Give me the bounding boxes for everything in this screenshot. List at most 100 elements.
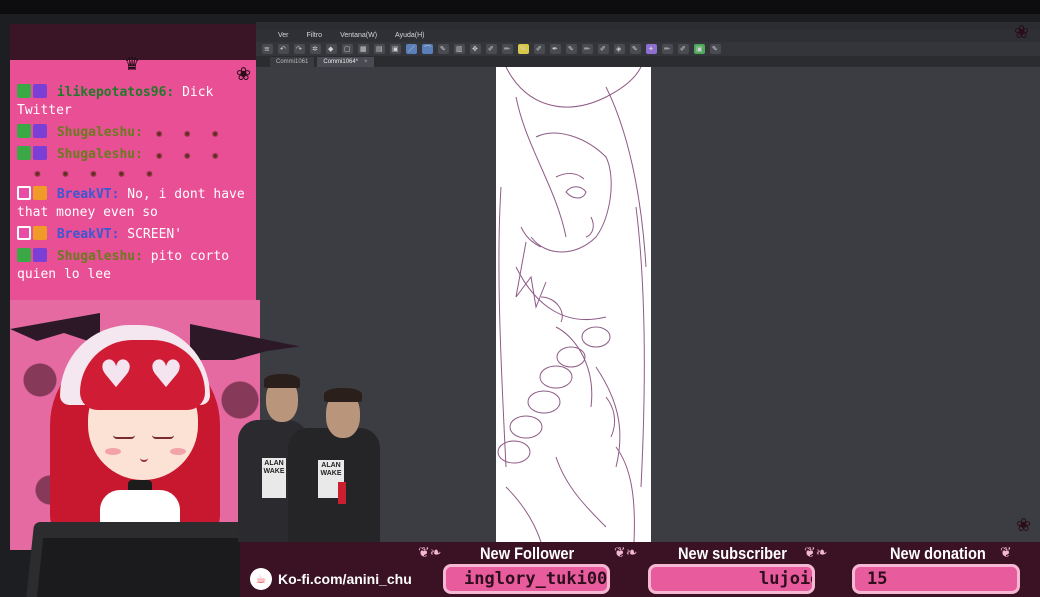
kofi-link[interactable]: ☕ Ko-fi.com/anini_chu (250, 568, 412, 590)
undo-icon[interactable]: ↶ (278, 44, 289, 54)
username-colon: : (135, 125, 143, 140)
gift-badge-icon (33, 146, 47, 160)
redo-icon[interactable]: ↷ (294, 44, 305, 54)
layer-icon[interactable]: ▣ (694, 44, 705, 54)
chat-message: ilikepotatos96: Dick Twitter (17, 84, 253, 120)
sword-badge-icon (17, 84, 31, 98)
chat-username[interactable]: BreakVT (57, 187, 112, 202)
chat-username[interactable]: BreakVT (57, 227, 112, 242)
sword-badge-icon (17, 248, 31, 262)
ruler-icon[interactable]: ▤ (374, 44, 385, 54)
new-subscriber-value: lujoie (759, 569, 815, 589)
heart-glasses: ♥ ♥ (98, 352, 198, 396)
menu-bar: Ver Filtro Ventana(W) Ayuda(H) (256, 29, 1040, 42)
pen-6-icon[interactable]: ✎ (710, 44, 721, 54)
avatar-blush (105, 448, 121, 455)
highlighter-icon[interactable]: ✎ (518, 44, 529, 54)
pencil-icon[interactable]: ✏ (502, 44, 513, 54)
chat-message-list: ilikepotatos96: Dick Twitter Shugaleshu:… (17, 84, 253, 288)
tab-label: Commi1061 (276, 59, 309, 65)
new-donation-box: 15 (852, 564, 1020, 594)
ink-pen-icon[interactable]: ✒ (550, 44, 561, 54)
chat-message: Shugaleshu: ✺ ✺ ✺ ✺ ✺ ✺ ✺ ✺ (17, 146, 253, 182)
chat-username[interactable]: Shugaleshu (57, 125, 135, 140)
pen-3-icon[interactable]: ✐ (598, 44, 609, 54)
menu-filtro[interactable]: Filtro (307, 32, 323, 39)
emote-icon: ✺ (183, 127, 191, 140)
trash-icon[interactable]: ▥ (454, 44, 465, 54)
person-right-hair (324, 388, 362, 402)
avatar-blush (170, 448, 186, 455)
line-tool-icon[interactable]: ／ (406, 44, 417, 54)
swirl-icon: ❦❧ (418, 545, 442, 561)
airbrush-icon[interactable]: ✎ (566, 44, 577, 54)
grid-icon[interactable]: ▦ (358, 44, 369, 54)
chat-text: SCREEN' (127, 227, 183, 242)
transform-icon[interactable]: ▢ (342, 44, 353, 54)
drawing-canvas[interactable] (496, 67, 651, 542)
new-donation-label: New donation (890, 544, 986, 563)
emote-row: ✺ ✺ ✺ ✺ ✺ (29, 164, 253, 182)
tool-bar: ≡ ↶ ↷ ✲ ◆ ▢ ▦ ▤ ▣ ／ ⌒ ✎ ▥ ✥ ✐ ✏ ✎ ✐ ✒ ✎ … (256, 42, 1040, 56)
emote-icon: ✺ (146, 167, 153, 180)
tab-commi1064[interactable]: Commi1064* × (317, 57, 374, 67)
pen-2-icon[interactable]: ✏ (582, 44, 593, 54)
stamp-icon[interactable]: ✥ (470, 44, 481, 54)
menu-ver[interactable]: Ver (278, 32, 289, 39)
emote-icon: ✺ (211, 149, 219, 162)
emote-icon: ✺ (118, 167, 125, 180)
marker-icon[interactable]: ✐ (534, 44, 545, 54)
new-follower-box: inglory_tuki00 (443, 564, 610, 594)
emote-icon: ✺ (155, 149, 163, 162)
emote-icon: ✺ (90, 167, 97, 180)
chat-username[interactable]: ilikepotatos96 (57, 85, 167, 100)
bits-badge-icon (33, 226, 47, 240)
fill-icon[interactable]: ◆ (326, 44, 337, 54)
brush-icon[interactable]: ✐ (486, 44, 497, 54)
bits-badge-icon (33, 186, 47, 200)
avatar-eye-right (152, 435, 174, 439)
menu-ventana[interactable]: Ventana(W) (340, 32, 377, 39)
crop-icon[interactable]: ▣ (390, 44, 401, 54)
color-icon[interactable]: ✦ (646, 44, 657, 54)
book-cover: ALAN WAKE (262, 458, 286, 498)
chat-message: Shugaleshu: pito corto quien lo lee (17, 248, 253, 284)
chat-message: BreakVT: SCREEN' (17, 226, 253, 244)
chat-username[interactable]: Shugaleshu (57, 147, 135, 162)
pen-5-icon[interactable]: ✐ (678, 44, 689, 54)
gift-badge-icon (33, 84, 47, 98)
new-follower-value: inglory_tuki00 (464, 569, 608, 589)
blend-icon[interactable]: ✎ (630, 44, 641, 54)
emote-icon: ✺ (62, 167, 69, 180)
tablet-screen (36, 538, 249, 597)
person-left-hair (264, 374, 300, 388)
eraser-icon[interactable]: ◈ (614, 44, 625, 54)
new-donation-value: 15 (867, 569, 888, 589)
swirl-icon: ❦❧ (614, 545, 638, 561)
crown-icon: ♛ (124, 54, 141, 75)
chat-message: Shugaleshu: ✺ ✺ ✺ (17, 124, 253, 142)
new-subscriber-label: New subscriber (678, 544, 787, 563)
document-tab-bar: Commi1061 Commi1064* × (256, 56, 1040, 67)
curve-tool-icon[interactable]: ⌒ (422, 44, 433, 54)
kofi-cup-icon: ☕ (250, 568, 272, 590)
chat-panel: ♛ ilikepotatos96: Dick Twitter Shugalesh… (10, 24, 256, 344)
menu-icon[interactable]: ≡ (262, 44, 273, 54)
close-icon[interactable]: × (364, 59, 368, 65)
menu-ayuda[interactable]: Ayuda(H) (395, 32, 424, 39)
sketch-lineart (497, 67, 647, 542)
heart-badge-icon (17, 226, 31, 240)
emote-icon: ✺ (155, 127, 163, 140)
username-colon: : (166, 85, 175, 100)
heart-icon: ♥ (98, 352, 134, 396)
settings-icon[interactable]: ✲ (310, 44, 321, 54)
heart-icon: ♥ (148, 352, 184, 396)
sword-badge-icon (17, 146, 31, 160)
pen-tool-icon[interactable]: ✎ (438, 44, 449, 54)
new-follower-label: New Follower (480, 544, 575, 563)
pen-4-icon[interactable]: ✏ (662, 44, 673, 54)
rose-icon: ❀ (1016, 515, 1032, 536)
tab-commi1061[interactable]: Commi1061 (270, 57, 315, 67)
avatar-eye-left (113, 435, 135, 439)
chat-username[interactable]: Shugaleshu (57, 249, 135, 264)
